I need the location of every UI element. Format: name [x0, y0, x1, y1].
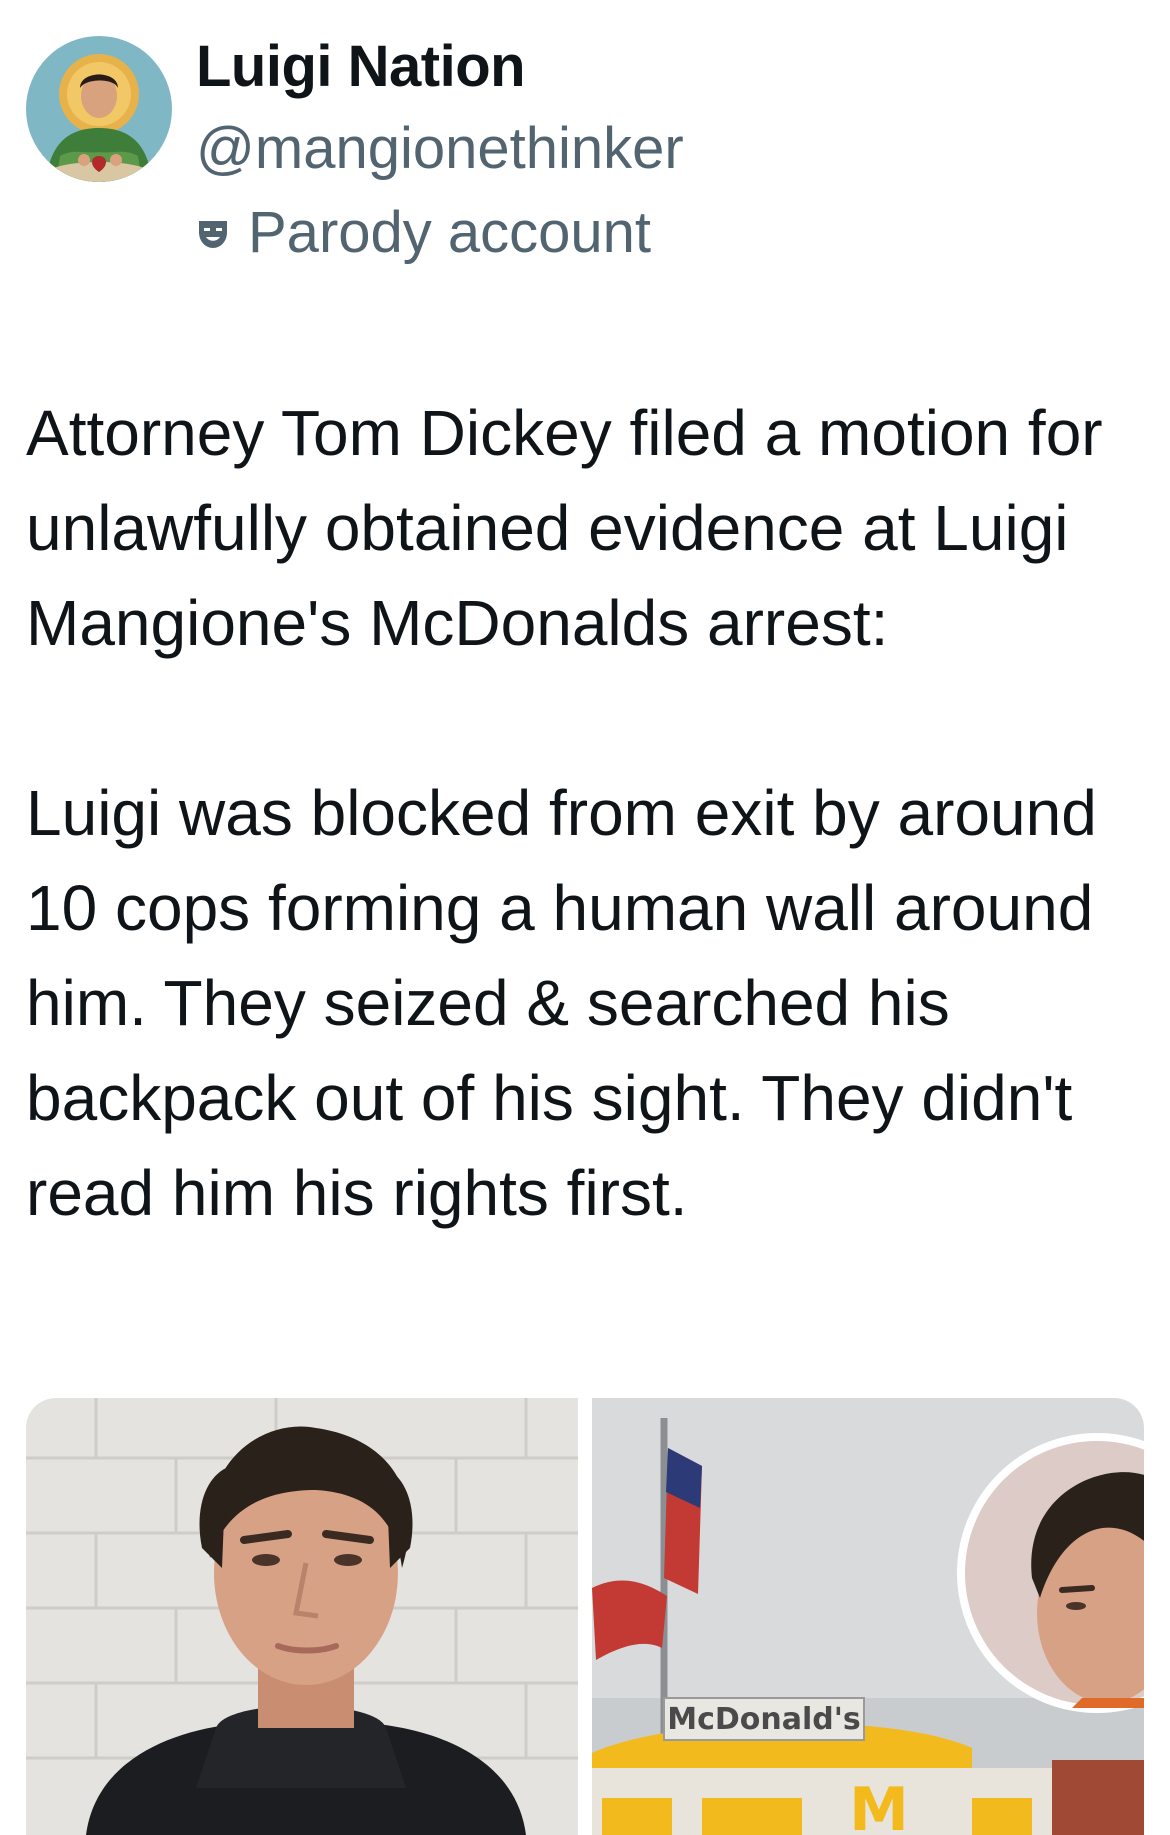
tweet-paragraph: Attorney Tom Dickey filed a motion for u… — [26, 397, 1103, 659]
parody-account-label: Parody account — [196, 200, 651, 266]
parody-account-text: Parody account — [248, 200, 652, 265]
author-handle[interactable]: @mangionethinker — [196, 116, 684, 182]
mcdonalds-sign-text: McDonald's — [667, 1702, 861, 1737]
author-display-name[interactable]: Luigi Nation — [196, 34, 526, 100]
golden-arches-logo: M — [849, 1775, 909, 1835]
media-grid: McDonald's M — [26, 1398, 1144, 1835]
avatar-image — [26, 36, 172, 182]
mcdonalds-photo: McDonald's M — [592, 1398, 1144, 1835]
mugshot-photo — [26, 1398, 578, 1835]
media-photo-2[interactable]: McDonald's M — [592, 1398, 1144, 1835]
tweet-text: Attorney Tom Dickey filed a motion for u… — [26, 386, 1146, 1241]
avatar[interactable] — [26, 36, 172, 182]
tweet-paragraph: Luigi was blocked from exit by around 10… — [26, 777, 1097, 1229]
media-photo-1[interactable] — [26, 1398, 578, 1835]
theater-mask-icon — [199, 221, 227, 248]
